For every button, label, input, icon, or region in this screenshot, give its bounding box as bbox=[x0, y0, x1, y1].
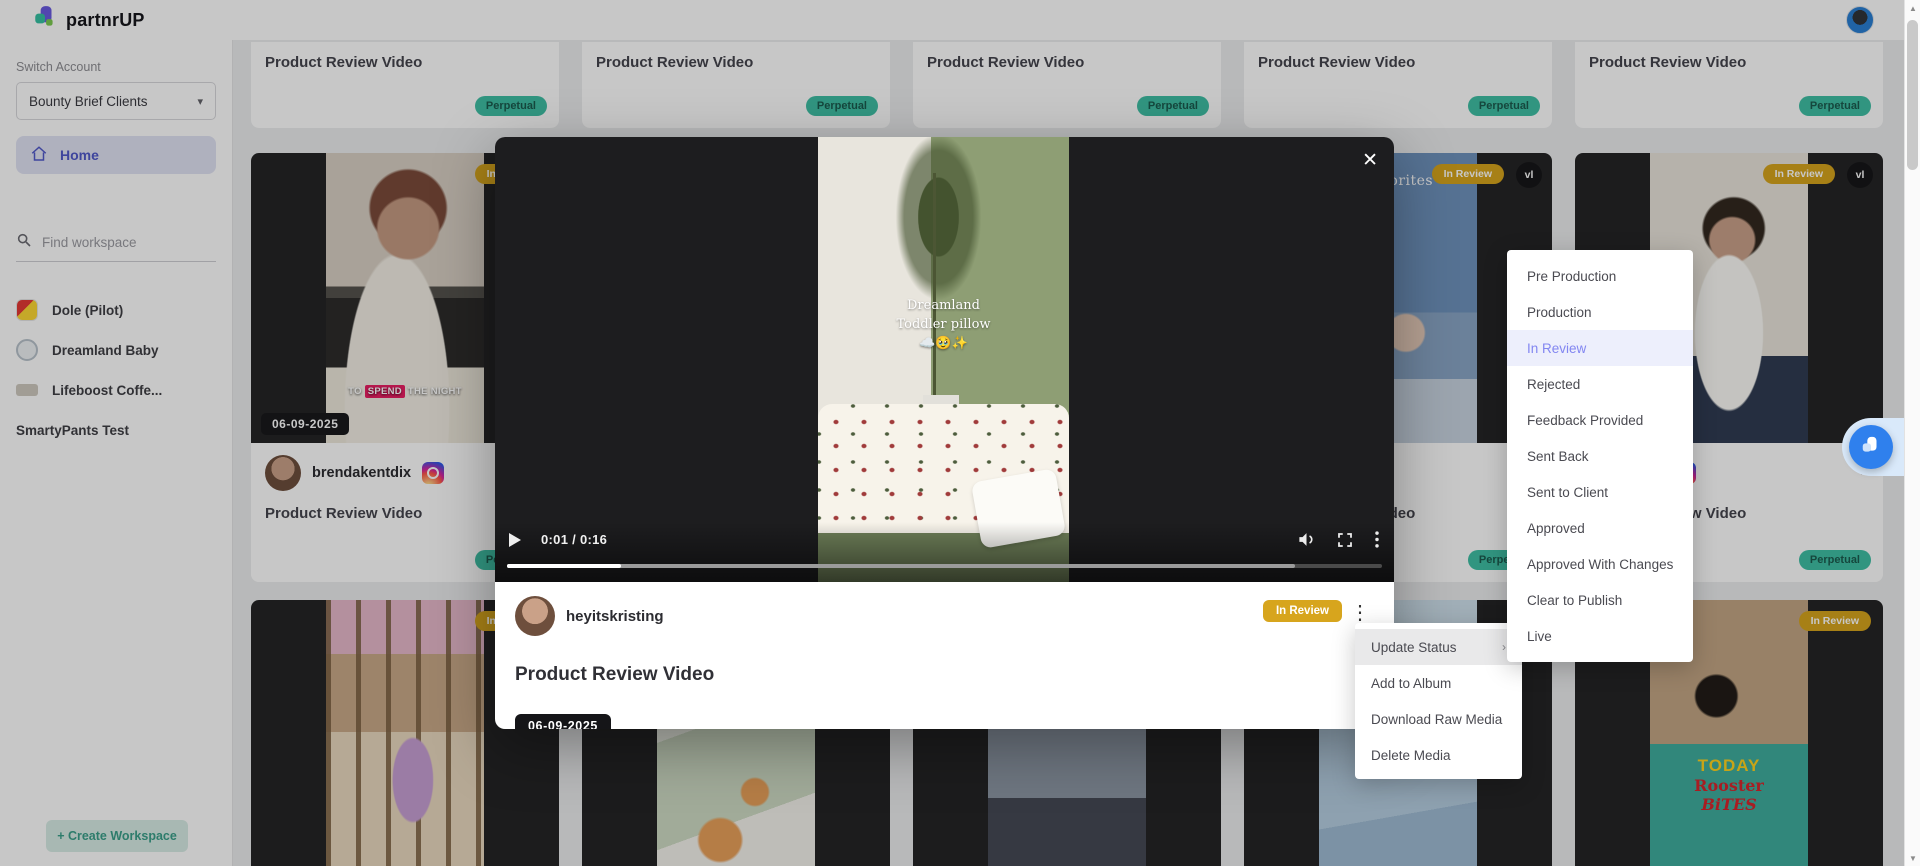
menu-item-delete-media[interactable]: Delete Media bbox=[1355, 737, 1522, 773]
menu-item-download-raw-media[interactable]: Download Raw Media bbox=[1355, 701, 1522, 737]
status-option-sent-back[interactable]: Sent Back bbox=[1507, 438, 1693, 474]
video-frame: Dreamland Toddler pillow ☁️🥹✨ bbox=[818, 137, 1069, 582]
creator-username: heyitskristing bbox=[566, 607, 664, 625]
status-option-approved-with-changes[interactable]: Approved With Changes bbox=[1507, 546, 1693, 582]
status-option-sent-to-client[interactable]: Sent to Client bbox=[1507, 474, 1693, 510]
video-text-overlay: Dreamland Toddler pillow ☁️🥹✨ bbox=[896, 298, 991, 351]
chat-widget-icon bbox=[1849, 425, 1893, 469]
date-badge: 06-09-2025 bbox=[515, 714, 611, 729]
menu-item-add-to-album[interactable]: Add to Album bbox=[1355, 665, 1522, 701]
video-menu-icon[interactable] bbox=[1374, 530, 1380, 549]
played-segment bbox=[507, 564, 621, 568]
scrollbar-thumb[interactable] bbox=[1907, 20, 1918, 170]
media-options-icon[interactable]: ⋮ bbox=[1350, 600, 1370, 625]
modal-info: heyitskristing In Review ⋮ Product Revie… bbox=[495, 582, 1394, 729]
media-detail-modal: Dreamland Toddler pillow ☁️🥹✨ ✕ 0:01 / 0… bbox=[495, 137, 1394, 729]
support-chat-widget[interactable] bbox=[1842, 418, 1904, 476]
video-controls: 0:01 / 0:16 bbox=[495, 522, 1394, 582]
mute-icon[interactable] bbox=[1297, 530, 1316, 549]
status-option-live[interactable]: Live bbox=[1507, 618, 1693, 654]
status-option-rejected[interactable]: Rejected bbox=[1507, 366, 1693, 402]
status-badge[interactable]: In Review bbox=[1262, 600, 1342, 622]
fullscreen-icon[interactable] bbox=[1336, 531, 1354, 549]
scroll-down-icon[interactable]: ▼ bbox=[1905, 850, 1920, 866]
close-icon[interactable]: ✕ bbox=[1362, 149, 1378, 172]
media-title: Product Review Video bbox=[515, 664, 715, 685]
video-player[interactable]: Dreamland Toddler pillow ☁️🥹✨ ✕ 0:01 / 0… bbox=[495, 137, 1394, 582]
video-scene-plant bbox=[888, 137, 989, 315]
status-option-in-review[interactable]: In Review bbox=[1507, 330, 1693, 366]
buffered-segment bbox=[507, 564, 1295, 568]
status-option-feedback-provided[interactable]: Feedback Provided bbox=[1507, 402, 1693, 438]
play-button[interactable] bbox=[509, 532, 521, 547]
status-option-production[interactable]: Production bbox=[1507, 294, 1693, 330]
media-options-menu: Update Status › Add to Album Download Ra… bbox=[1355, 623, 1522, 779]
creator-row: heyitskristing bbox=[515, 596, 1374, 636]
status-option-clear-to-publish[interactable]: Clear to Publish bbox=[1507, 582, 1693, 618]
submenu-arrow-icon: › bbox=[1502, 640, 1506, 654]
app-root: partnrUP Switch Account Bounty Brief Cli… bbox=[0, 0, 1920, 866]
update-status-submenu: Pre Production Production In Review Reje… bbox=[1507, 250, 1693, 662]
status-option-pre-production[interactable]: Pre Production bbox=[1507, 258, 1693, 294]
status-option-approved[interactable]: Approved bbox=[1507, 510, 1693, 546]
scroll-up-icon[interactable]: ▲ bbox=[1905, 0, 1920, 16]
video-time: 0:01 / 0:16 bbox=[541, 532, 608, 547]
creator-avatar[interactable] bbox=[515, 596, 555, 636]
menu-item-update-status[interactable]: Update Status › bbox=[1355, 629, 1522, 665]
video-progress-bar[interactable] bbox=[507, 564, 1382, 568]
page-scrollbar[interactable]: ▲ ▼ bbox=[1904, 0, 1920, 866]
